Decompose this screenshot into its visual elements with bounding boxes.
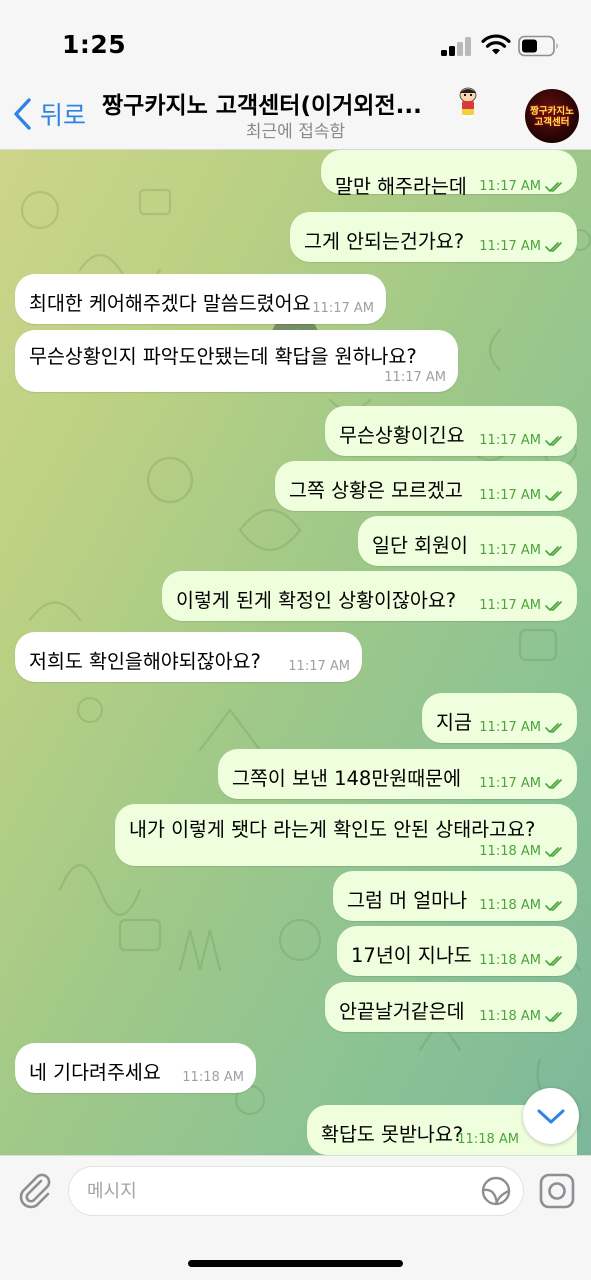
message-bubble-outgoing[interactable]: 17년이 지나도 11:18 AM	[337, 926, 577, 976]
message-bubble-outgoing[interactable]: 그게 안되는건가요? 11:17 AM	[290, 212, 577, 262]
message-text: 안끝날거같은데	[339, 1000, 465, 1023]
sticker-icon[interactable]	[480, 1175, 512, 1207]
message-text: 네 기다려주세요	[29, 1061, 161, 1084]
home-indicator	[188, 1260, 403, 1267]
message-time: 11:17 AM	[479, 543, 541, 558]
double-check-icon	[545, 846, 562, 857]
double-check-icon	[545, 241, 562, 252]
avatar[interactable]: 짱구카지노 고객센터	[525, 89, 579, 143]
camera-icon[interactable]	[538, 1172, 576, 1210]
message-time: 11:17 AM	[479, 179, 541, 194]
message-time: 11:17 AM	[479, 776, 541, 791]
message-text: 최대한 케어해주겠다 말씀드렸어요	[29, 292, 311, 315]
message-time: 11:18 AM	[479, 1009, 541, 1024]
message-bubble-outgoing[interactable]: 일단 회원이 11:17 AM	[358, 516, 577, 566]
double-check-icon	[545, 435, 562, 446]
message-text: 그쪽 상황은 모르겠고	[289, 479, 463, 502]
message-bubble-outgoing[interactable]: 말만 해주라는데 11:17 AM	[321, 150, 577, 198]
message-time: 11:18 AM	[182, 1070, 244, 1085]
chat-area[interactable]: 말만 해주라는데 11:17 AM 오늘 그게 안되는건가요? 11:17 AM…	[0, 150, 591, 1155]
avatar-text-line2: 고객센터	[534, 117, 570, 128]
scroll-to-bottom-button[interactable]	[523, 1088, 579, 1144]
message-time: 11:17 AM	[479, 488, 541, 503]
message-time: 11:18 AM	[479, 953, 541, 968]
message-text: 그럼 머 얼마나	[347, 889, 468, 912]
cartoon-boy-icon	[459, 87, 477, 118]
message-composer	[0, 1155, 591, 1280]
paperclip-icon[interactable]	[14, 1170, 54, 1210]
message-text: 그게 안되는건가요?	[304, 230, 465, 253]
message-text: 17년이 지나도	[351, 944, 472, 967]
message-bubble-outgoing[interactable]: 이렇게 된게 확정인 상황이잖아요? 11:17 AM	[162, 571, 577, 621]
message-text: 일단 회원이	[372, 534, 468, 557]
message-text: 이렇게 된게 확정인 상황이잖아요?	[176, 589, 457, 612]
status-time: 1:25	[62, 30, 127, 59]
message-bubble-incoming[interactable]: 네 기다려주세요 11:18 AM	[15, 1043, 256, 1093]
message-time: 11:17 AM	[479, 598, 541, 613]
message-bubble-outgoing[interactable]: 지금 11:17 AM	[422, 693, 577, 743]
battery-icon	[518, 35, 558, 57]
message-bubble-outgoing[interactable]: 안끝날거같은데 11:18 AM	[325, 982, 577, 1032]
message-time: 11:18 AM	[479, 844, 541, 859]
message-text: 확답도 못받나요?	[321, 1123, 464, 1146]
message-bubble-incoming[interactable]: 최대한 케어해주겠다 말씀드렸어요 11:17 AM	[15, 274, 386, 324]
wifi-icon	[481, 34, 511, 55]
message-time: 11:17 AM	[479, 239, 541, 254]
double-check-icon	[545, 545, 562, 556]
message-bubble-incoming[interactable]: 무슨상황인지 파악도안됐는데 확답을 원하나요? 11:17 AM	[15, 330, 458, 392]
chat-title[interactable]: 짱구카지노 고객센터(이거외전...	[102, 86, 454, 120]
message-text: 무슨상황인지 파악도안됐는데 확답을 원하나요?	[29, 345, 417, 368]
status-bar: 1:25	[0, 0, 591, 84]
double-check-icon	[545, 900, 562, 911]
message-text: 저희도 확인을해야되잖아요?	[29, 650, 261, 673]
double-check-icon	[545, 778, 562, 789]
double-check-icon	[545, 1011, 562, 1022]
message-text: 내가 이렇게 됏다 라는게 확인도 안된 상태라고요?	[129, 818, 536, 841]
message-input[interactable]	[68, 1166, 524, 1216]
message-time: 11:17 AM	[288, 659, 350, 674]
message-text: 말만 해주라는데	[335, 175, 467, 198]
message-bubble-outgoing[interactable]: 그쪽이 보낸 148만원때문에 11:17 AM	[218, 749, 577, 799]
message-time: 11:17 AM	[312, 301, 374, 316]
chevron-down-icon	[537, 1109, 565, 1124]
chat-status: 최근에 접속함	[245, 122, 346, 142]
double-check-icon	[545, 955, 562, 966]
message-time: 11:17 AM	[384, 370, 446, 385]
cellular-signal-icon	[441, 37, 471, 56]
message-time: 11:18 AM	[457, 1132, 519, 1147]
message-time: 11:17 AM	[479, 720, 541, 735]
message-text: 지금	[436, 711, 472, 734]
double-check-icon	[545, 181, 562, 192]
double-check-icon	[545, 490, 562, 501]
double-check-icon	[545, 600, 562, 611]
message-bubble-outgoing[interactable]: 그럼 머 얼마나 11:18 AM	[333, 871, 577, 921]
message-bubble-outgoing[interactable]: 무슨상황이긴요 11:17 AM	[325, 406, 577, 456]
message-text: 그쪽이 보낸 148만원때문에	[232, 767, 462, 790]
message-bubble-outgoing[interactable]: 내가 이렇게 됏다 라는게 확인도 안된 상태라고요? 11:18 AM	[115, 804, 577, 866]
chat-header: 뒤로 짱구카지노 고객센터(이거외전... 최근에 접속함 짱구카지노 고객센터	[0, 84, 591, 150]
message-text: 무슨상황이긴요	[339, 424, 465, 447]
message-bubble-outgoing[interactable]: 그쪽 상황은 모르겠고 11:17 AM	[275, 461, 577, 511]
message-bubble-incoming[interactable]: 저희도 확인을해야되잖아요? 11:17 AM	[15, 632, 362, 682]
double-check-icon	[545, 722, 562, 733]
avatar-text-line1: 짱구카지노	[530, 106, 574, 117]
message-time: 11:17 AM	[479, 433, 541, 448]
message-time: 11:18 AM	[479, 898, 541, 913]
